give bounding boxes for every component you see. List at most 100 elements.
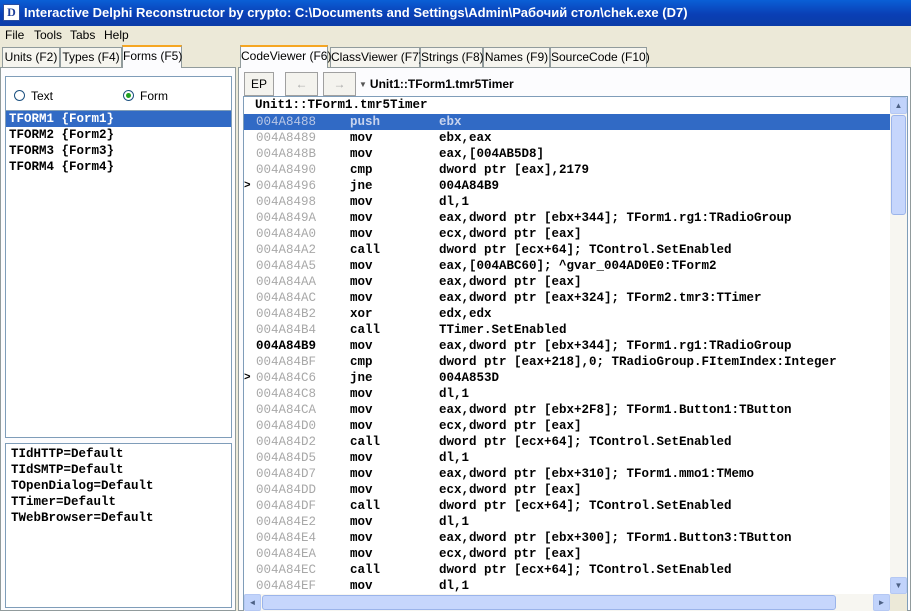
code-line[interactable]: 004A84D7 mov eax,dword ptr [ebx+310]; TFor… bbox=[244, 466, 890, 482]
radio-text[interactable]: Text bbox=[14, 89, 53, 103]
code-line[interactable]: 004A84CA mov eax,dword ptr [ebx+2F8]; TFor… bbox=[244, 402, 890, 418]
tab-sourcecode[interactable]: SourceCode (F10) bbox=[550, 47, 650, 67]
chevron-down-icon[interactable]: ▼ bbox=[359, 80, 367, 89]
form-list-item[interactable]: TFORM3 {Form3} bbox=[6, 143, 231, 159]
vertical-scrollbar[interactable]: ▲ ▼ bbox=[890, 97, 907, 594]
code-line[interactable]: 004A84EC call dword ptr [ecx+64]; TControl… bbox=[244, 562, 890, 578]
component-list-item[interactable]: TTimer=Default bbox=[6, 494, 231, 510]
code-line[interactable]: >004A8496 jne 004A84B9 bbox=[244, 178, 890, 194]
radio-form-label: Form bbox=[140, 89, 168, 103]
scroll-up-icon[interactable]: ▲ bbox=[890, 97, 907, 114]
code-operands: ecx,dword ptr [eax] bbox=[439, 483, 582, 497]
forms-list[interactable]: TFORM1 {Form1} TFORM2 {Form2} TFORM3 {Fo… bbox=[5, 110, 232, 438]
tab-codeviewer[interactable]: CodeViewer (F6) bbox=[240, 45, 331, 68]
code-address: 004A8488 bbox=[256, 115, 317, 129]
code-line[interactable]: 004A84D2 call dword ptr [ecx+64]; TControl… bbox=[244, 434, 890, 450]
component-list-item[interactable]: TIdHTTP=Default bbox=[6, 446, 231, 462]
code-line[interactable]: 004A84EA mov ecx,dword ptr [eax] bbox=[244, 546, 890, 562]
code-address: 004A84EF bbox=[256, 579, 317, 593]
code-mnemonic: mov bbox=[350, 403, 373, 417]
code-line[interactable]: 004A84AA mov eax,dword ptr [eax] bbox=[244, 274, 890, 290]
code-line[interactable]: 004A84E2 mov dl,1 bbox=[244, 514, 890, 530]
code-operands: dword ptr [ecx+64]; TControl.SetEnabled bbox=[439, 499, 732, 513]
code-line[interactable]: 004A8498 mov dl,1 bbox=[244, 194, 890, 210]
tab-forms[interactable]: Forms (F5) bbox=[122, 45, 182, 68]
menu-tools[interactable]: Tools bbox=[34, 28, 62, 42]
radio-text-circle[interactable] bbox=[14, 90, 25, 101]
code-line[interactable]: 004A84B2 xor edx,edx bbox=[244, 306, 890, 322]
tab-units[interactable]: Units (F2) bbox=[2, 47, 60, 67]
code-line[interactable]: 004A84BF cmp dword ptr [eax+218],0; TRadio… bbox=[244, 354, 890, 370]
code-address: 004A84A0 bbox=[256, 227, 317, 241]
code-operands: dl,1 bbox=[439, 515, 470, 529]
code-mnemonic: mov bbox=[350, 419, 373, 433]
code-operands: eax,[004AB5D8] bbox=[439, 147, 545, 161]
code-line[interactable]: 004A84B9 mov eax,dword ptr [ebx+344]; TFor… bbox=[244, 338, 890, 354]
menu-tabs[interactable]: Tabs bbox=[70, 28, 95, 42]
entry-point-button[interactable]: EP bbox=[244, 72, 274, 96]
code-mnemonic: jne bbox=[350, 179, 373, 193]
component-list[interactable]: TIdHTTP=Default TIdSMTP=Default TOpenDia… bbox=[5, 443, 232, 608]
code-operands: ebx bbox=[439, 115, 462, 129]
current-procedure-dropdown[interactable]: ▼ Unit1::TForm1.tmr5Timer bbox=[359, 77, 514, 91]
scroll-right-icon[interactable]: ► bbox=[873, 594, 890, 611]
code-operands: ecx,dword ptr [eax] bbox=[439, 547, 582, 561]
component-list-item[interactable]: TOpenDialog=Default bbox=[6, 478, 231, 494]
code-operands: eax,dword ptr [ebx+2F8]; TForm1.Button1:… bbox=[439, 403, 792, 417]
tab-classviewer[interactable]: ClassViewer (F7) bbox=[330, 47, 423, 67]
form-list-item[interactable]: TFORM4 {Form4} bbox=[6, 159, 231, 175]
code-viewer-panel: EP ← → ▼ Unit1::TForm1.tmr5Timer Unit1::T… bbox=[238, 67, 911, 611]
code-line[interactable]: 004A84EF mov dl,1 bbox=[244, 578, 890, 594]
code-line[interactable]: 004A84D0 mov ecx,dword ptr [eax] bbox=[244, 418, 890, 434]
code-line[interactable]: 004A8489 mov ebx,eax bbox=[244, 130, 890, 146]
code-line[interactable]: 004A84E4 mov eax,dword ptr [ebx+300]; TFor… bbox=[244, 530, 890, 546]
horizontal-scrollbar[interactable]: ◄ ► bbox=[244, 594, 890, 611]
code-operands: 004A853D bbox=[439, 371, 500, 385]
form-list-item[interactable]: TFORM1 {Form1} bbox=[6, 111, 231, 127]
code-line[interactable]: 004A84DD mov ecx,dword ptr [eax] bbox=[244, 482, 890, 498]
code-operands: TTimer.SetEnabled bbox=[439, 323, 567, 337]
app-icon[interactable]: D bbox=[3, 4, 20, 21]
code-line[interactable]: 004A849A mov eax,dword ptr [ebx+344]; TFor… bbox=[244, 210, 890, 226]
code-line[interactable]: 004A848B mov eax,[004AB5D8] bbox=[244, 146, 890, 162]
code-line[interactable]: 004A84A5 mov eax,[004ABC60]; ^gvar_004AD0E… bbox=[244, 258, 890, 274]
component-list-item[interactable]: TWebBrowser=Default bbox=[6, 510, 231, 526]
code-line[interactable]: >004A84C6 jne 004A853D bbox=[244, 370, 890, 386]
code-address: 004A84A2 bbox=[256, 243, 317, 257]
current-procedure-label: Unit1::TForm1.tmr5Timer bbox=[369, 77, 514, 91]
code-address: 004A849A bbox=[256, 211, 317, 225]
radio-form[interactable]: Form bbox=[123, 89, 168, 103]
code-line[interactable]: 004A84A2 call dword ptr [ecx+64]; TControl… bbox=[244, 242, 890, 258]
code-line[interactable]: 004A84B4 call TTimer.SetEnabled bbox=[244, 322, 890, 338]
back-button[interactable]: ← bbox=[285, 72, 318, 96]
code-line[interactable]: 004A84AC mov eax,dword ptr [eax+324]; TFor… bbox=[244, 290, 890, 306]
code-lines[interactable]: 004A8488 push ebx 004A8489 mov ebx,eax 004A848… bbox=[244, 114, 890, 594]
tab-types[interactable]: Types (F4) bbox=[60, 47, 122, 67]
code-line[interactable]: 004A8490 cmp dword ptr [eax],2179 bbox=[244, 162, 890, 178]
form-list-item[interactable]: TFORM2 {Form2} bbox=[6, 127, 231, 143]
menu-bar: File Tools Tabs Help bbox=[0, 26, 911, 44]
code-address: 004A84D2 bbox=[256, 435, 317, 449]
tab-names[interactable]: Names (F9) bbox=[483, 47, 550, 67]
disassembly-view[interactable]: Unit1::TForm1.tmr5Timer 004A8488 push ebx 0… bbox=[243, 96, 908, 611]
component-list-item[interactable]: TIdSMTP=Default bbox=[6, 462, 231, 478]
scroll-down-icon[interactable]: ▼ bbox=[890, 577, 907, 594]
vertical-scroll-thumb[interactable] bbox=[891, 115, 906, 215]
forward-button[interactable]: → bbox=[323, 72, 356, 96]
radio-form-circle[interactable] bbox=[123, 90, 134, 101]
code-line[interactable]: 004A84DF call dword ptr [ecx+64]; TControl… bbox=[244, 498, 890, 514]
tab-strings[interactable]: Strings (F8) bbox=[420, 47, 484, 67]
code-line[interactable]: 004A84D5 mov dl,1 bbox=[244, 450, 890, 466]
title-bar[interactable]: D Interactive Delphi Reconstructor by cr… bbox=[0, 0, 911, 26]
menu-file[interactable]: File bbox=[5, 28, 24, 42]
code-address: 004A84C8 bbox=[256, 387, 317, 401]
code-address: 004A848B bbox=[256, 147, 317, 161]
code-address: 004A8490 bbox=[256, 163, 317, 177]
horizontal-scroll-thumb[interactable] bbox=[262, 595, 836, 610]
code-line[interactable]: 004A84A0 mov ecx,dword ptr [eax] bbox=[244, 226, 890, 242]
menu-help[interactable]: Help bbox=[104, 28, 129, 42]
code-line[interactable]: 004A84C8 mov dl,1 bbox=[244, 386, 890, 402]
radio-text-label: Text bbox=[31, 89, 54, 103]
code-line[interactable]: 004A8488 push ebx bbox=[244, 114, 890, 130]
scroll-left-icon[interactable]: ◄ bbox=[244, 594, 261, 611]
